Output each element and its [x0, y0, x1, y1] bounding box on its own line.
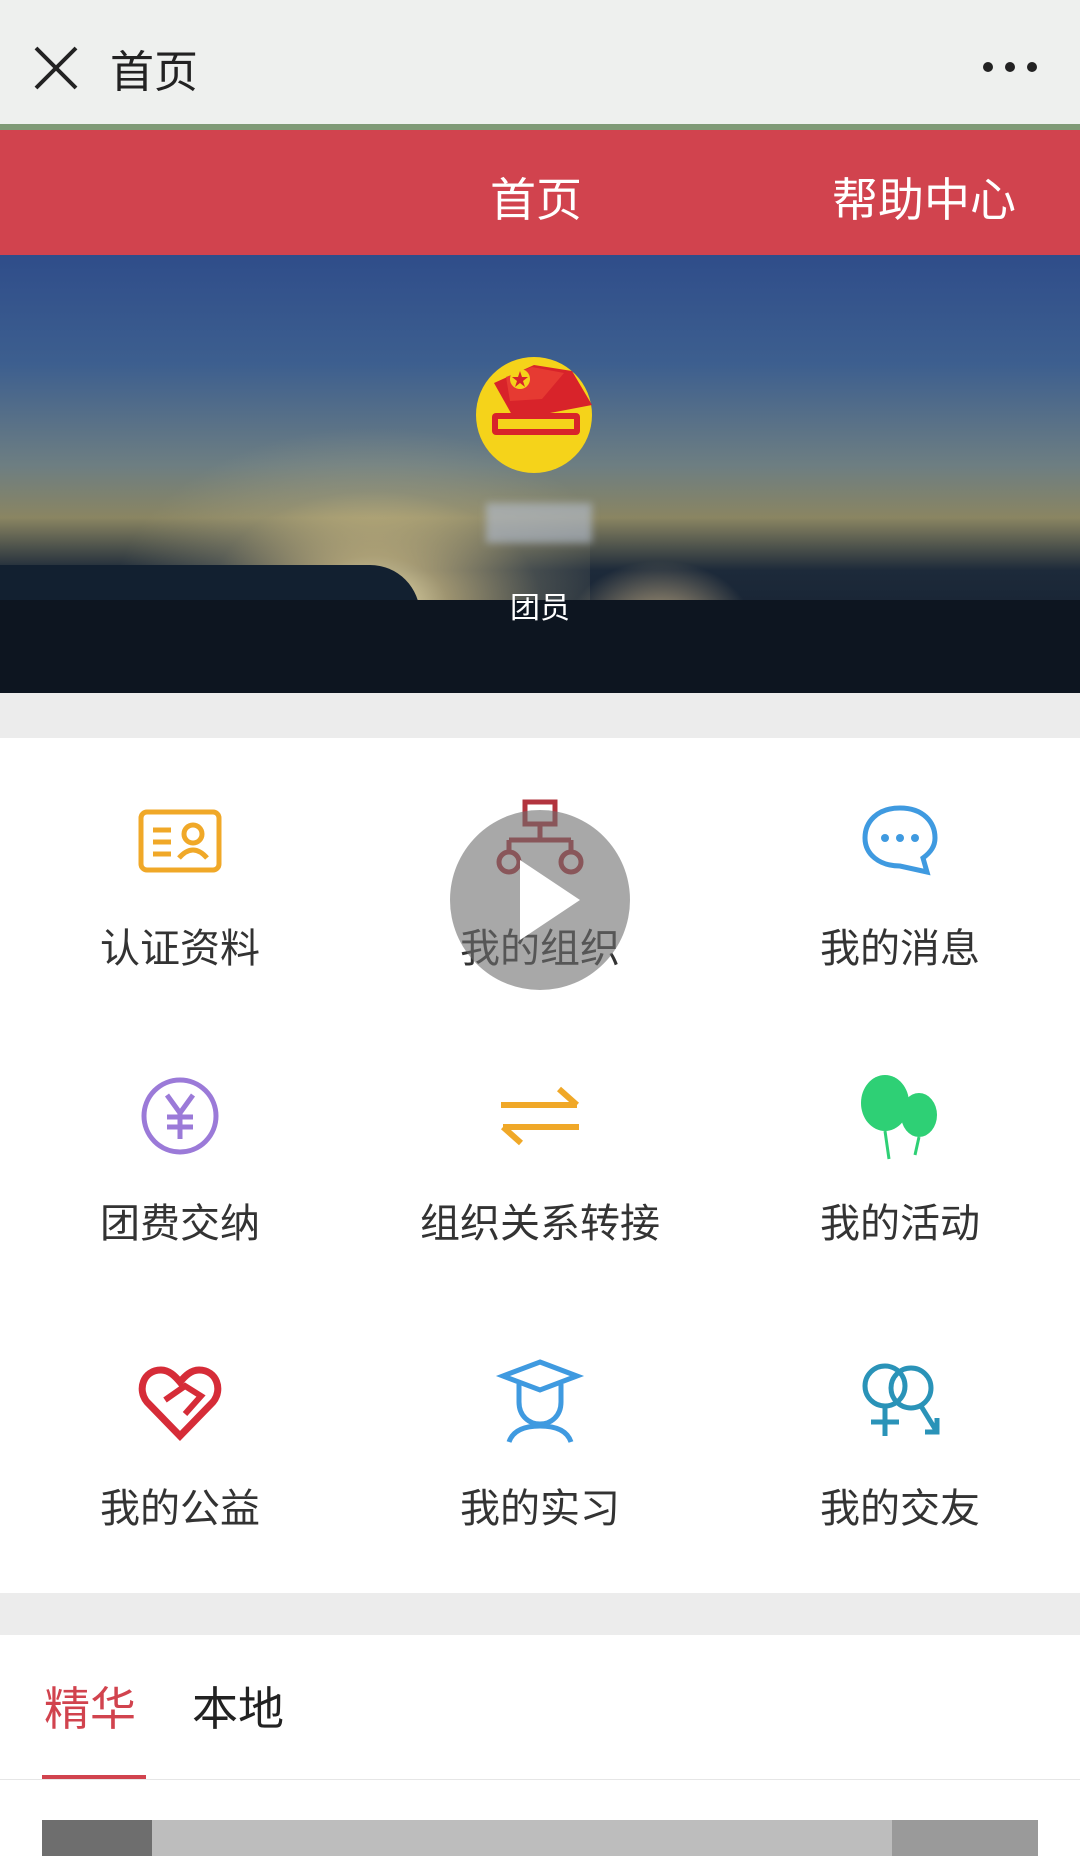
transfer-arrows-icon — [501, 1086, 579, 1146]
nav-help-center[interactable]: 帮助中心 — [832, 164, 1016, 230]
profile-banner: 团员 — [0, 255, 1080, 693]
grid-item-fee-payment[interactable]: 团费交纳 — [0, 1023, 360, 1308]
grid-item-label: 我的公益 — [100, 1486, 260, 1532]
grid-item-my-activities[interactable]: 我的活动 — [720, 1023, 1080, 1308]
id-card-icon — [138, 809, 222, 873]
grid-item-label: 我的活动 — [820, 1201, 980, 1247]
article-thumbnail[interactable] — [42, 1820, 1038, 1856]
top-nav: 首页 帮助中心 — [0, 130, 1080, 255]
play-icon — [520, 860, 580, 940]
thumbnail-segment — [152, 1820, 892, 1856]
yuan-coin-icon — [141, 1077, 219, 1155]
balloons-icon — [861, 1075, 937, 1160]
heart-hand-icon — [138, 1366, 222, 1442]
nav-home[interactable]: 首页 — [490, 164, 582, 230]
thumbnail-segment — [42, 1820, 152, 1856]
grid-item-label: 团费交纳 — [100, 1201, 260, 1247]
grid-item-my-friends[interactable]: 我的交友 — [720, 1308, 1080, 1593]
grid-item-label: 我的实习 — [460, 1486, 620, 1532]
gender-icon — [862, 1363, 940, 1436]
youth-league-emblem[interactable] — [472, 343, 606, 477]
user-name-blurred — [486, 503, 592, 543]
graduate-icon — [495, 1359, 585, 1443]
close-icon[interactable] — [30, 42, 82, 94]
grid-item-certification[interactable]: 认证资料 — [0, 738, 360, 1023]
grid-item-my-internship[interactable]: 我的实习 — [360, 1308, 720, 1593]
grid-item-label: 我的交友 — [820, 1486, 980, 1532]
grid-item-label: 认证资料 — [100, 926, 260, 972]
grid-item-org-transfer[interactable]: 组织关系转接 — [360, 1023, 720, 1308]
tab-local[interactable]: 本地 — [192, 1673, 284, 1739]
play-button[interactable] — [450, 810, 630, 990]
message-icon — [862, 805, 938, 876]
app-bar: 首页 — [0, 0, 1080, 130]
member-role: 团员 — [510, 591, 570, 626]
grid-item-my-charity[interactable]: 我的公益 — [0, 1308, 360, 1593]
page-title: 首页 — [110, 47, 198, 98]
grid-item-label: 我的消息 — [820, 926, 980, 972]
grid-item-my-messages[interactable]: 我的消息 — [720, 738, 1080, 1023]
divider — [0, 1779, 1080, 1780]
tab-featured[interactable]: 精华 — [44, 1673, 136, 1739]
grid-item-label: 组织关系转接 — [420, 1201, 660, 1247]
thumbnail-segment — [892, 1820, 1038, 1856]
content-tabs: 精华 本地 — [0, 1635, 1080, 1856]
more-icon[interactable] — [980, 50, 1040, 84]
